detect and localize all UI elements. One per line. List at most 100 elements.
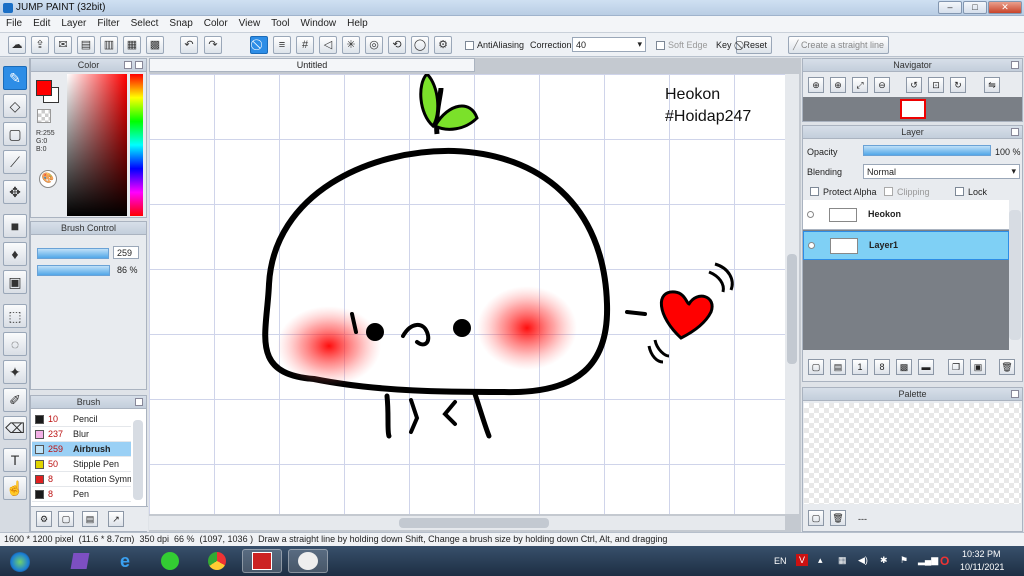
flag-icon[interactable]: ⚑ <box>900 555 908 566</box>
parallel-lines-icon[interactable]: ≡ <box>273 36 291 54</box>
brush-item-pencil[interactable]: 10 Pencil <box>32 412 131 427</box>
horizontal-scrollbar[interactable] <box>149 516 785 530</box>
brush-item-stipple-pen[interactable]: 50 Stipple Pen <box>32 457 131 472</box>
start-button[interactable] <box>2 549 38 573</box>
concentric-icon[interactable]: ◎ <box>365 36 383 54</box>
text-tool-icon[interactable]: T <box>3 448 27 472</box>
palette-icon[interactable]: 🎨 <box>39 170 57 188</box>
chrome-icon[interactable] <box>197 549 237 573</box>
eraser-tool-icon[interactable]: ◇ <box>3 94 27 118</box>
volume-icon[interactable]: ◀) <box>858 555 868 566</box>
language-indicator[interactable]: EN <box>774 556 787 566</box>
palette-swatch-area[interactable] <box>804 403 1021 504</box>
brush-tool-icon[interactable]: ✎ <box>3 66 27 90</box>
bluetooth-icon[interactable]: ✱ <box>880 555 888 566</box>
reset-rotation-icon[interactable]: ⊡ <box>928 77 944 93</box>
panel-close-icon[interactable] <box>135 398 143 406</box>
paint-taskbar-icon[interactable] <box>288 549 328 573</box>
menu-file[interactable]: File <box>0 16 27 29</box>
share-icon[interactable]: ⇪ <box>31 36 49 54</box>
saturation-value-picker[interactable] <box>67 74 127 216</box>
settings-icon[interactable]: ⚙ <box>434 36 452 54</box>
menu-snap[interactable]: Snap <box>163 16 197 29</box>
straight-line-button[interactable]: ╱ Create a straight line <box>788 36 889 54</box>
flip-icon[interactable]: ⇋ <box>984 77 1000 93</box>
drawing-canvas[interactable]: Heokon #Hoidap247 <box>149 74 785 514</box>
vertical-scroll-thumb[interactable] <box>787 254 797 364</box>
radial-icon[interactable]: ✳ <box>342 36 360 54</box>
shape-tool-icon[interactable]: ■ <box>3 214 27 238</box>
layer-row-layer1[interactable]: Layer1 <box>803 231 1009 260</box>
menu-edit[interactable]: Edit <box>27 16 55 29</box>
foreground-color-swatch[interactable] <box>36 80 52 96</box>
menu-view[interactable]: View <box>233 16 266 29</box>
panel-float-icon[interactable] <box>124 61 132 69</box>
opera-icon[interactable]: O <box>940 554 949 568</box>
clock-time[interactable]: 10:32 PM <box>962 549 1001 559</box>
new-layer-icon[interactable]: ▢ <box>808 359 824 375</box>
layer-8bit-icon[interactable]: 8 <box>874 359 890 375</box>
blending-select[interactable]: Normal ▾ <box>863 164 1020 179</box>
network-icon[interactable]: ▦ <box>838 555 847 566</box>
move-tool-icon[interactable]: ✥ <box>3 180 27 204</box>
hue-slider[interactable] <box>130 74 143 216</box>
page-icon[interactable]: ▦ <box>123 36 141 54</box>
visibility-icon[interactable] <box>808 242 815 249</box>
torrent-icon[interactable] <box>150 549 190 573</box>
select-rect-icon[interactable]: ▢ <box>3 122 27 146</box>
fit-view-icon[interactable]: ⤢ <box>852 77 868 93</box>
horizontal-scroll-thumb[interactable] <box>399 518 549 528</box>
visual-studio-icon[interactable] <box>60 549 100 573</box>
clipping-checkbox[interactable] <box>884 187 893 196</box>
redo-icon[interactable]: ↷ <box>204 36 222 54</box>
visibility-icon[interactable] <box>807 211 814 218</box>
wifi-icon[interactable]: ▂▄▆ <box>918 555 938 566</box>
rect-select-icon[interactable]: ⬚ <box>3 304 27 328</box>
brush-item-pen[interactable]: 8 Pen <box>32 487 131 502</box>
halftone-layer-icon[interactable]: ▩ <box>896 359 912 375</box>
panel-close-icon[interactable] <box>1011 128 1019 136</box>
panel-close-icon[interactable] <box>1011 61 1019 69</box>
rotate-right-icon[interactable]: ↻ <box>950 77 966 93</box>
vertical-scrollbar[interactable] <box>785 74 799 514</box>
menu-color[interactable]: Color <box>198 16 233 29</box>
chevron-up-icon[interactable]: ▴ <box>818 555 823 566</box>
brush-item-blur[interactable]: 237 Blur <box>32 427 131 442</box>
menu-window[interactable]: Window <box>295 16 342 29</box>
brush-item-airbrush[interactable]: 259 Airbrush <box>32 442 131 457</box>
vivaldi-tray-icon[interactable]: V <box>796 554 808 566</box>
message-icon[interactable]: ▤ <box>77 36 95 54</box>
menu-tool[interactable]: Tool <box>265 16 294 29</box>
lasso-icon[interactable]: ◌ <box>3 332 27 356</box>
new-raster-layer-icon[interactable]: ▤ <box>830 359 846 375</box>
layer-opacity-slider[interactable] <box>863 145 991 156</box>
fill-bucket-icon[interactable]: ♦ <box>3 242 27 266</box>
navigator-thumbnail[interactable] <box>900 99 926 119</box>
maximize-button[interactable]: □ <box>963 1 987 14</box>
menu-filter[interactable]: Filter <box>91 16 124 29</box>
select-pen-icon[interactable]: ✐ <box>3 388 27 412</box>
circle-icon[interactable]: ◯ <box>411 36 429 54</box>
eyedropper-icon[interactable]: ⟋ <box>3 150 27 174</box>
close-button[interactable]: ✕ <box>988 1 1022 14</box>
soft-edge-checkbox[interactable] <box>656 41 665 50</box>
new-brush-icon[interactable]: ▢ <box>58 511 74 527</box>
zoom-out-icon[interactable]: ⊖ <box>874 77 890 93</box>
comment-icon[interactable]: ✉ <box>54 36 72 54</box>
grid-snap-icon[interactable]: # <box>296 36 314 54</box>
brush-list-scrollbar[interactable] <box>133 420 143 500</box>
panel-close-icon[interactable] <box>1011 390 1019 398</box>
brush-menu-icon[interactable]: ▤ <box>82 511 98 527</box>
perspective-icon[interactable]: ◁ <box>319 36 337 54</box>
new-palette-icon[interactable]: ▢ <box>808 510 824 526</box>
gradient-icon[interactable]: ▣ <box>3 270 27 294</box>
merge-layer-icon[interactable]: ▣ <box>970 359 986 375</box>
zoom-plus-icon[interactable]: ⊕ <box>830 77 846 93</box>
undo-icon[interactable]: ↶ <box>180 36 198 54</box>
minimize-button[interactable]: – <box>938 1 962 14</box>
clock-date[interactable]: 10/11/2021 <box>960 562 1004 572</box>
curve-icon[interactable]: ⟲ <box>388 36 406 54</box>
brush-export-icon[interactable]: ↗ <box>108 511 124 527</box>
magic-wand-icon[interactable]: ✦ <box>3 360 27 384</box>
cloud-icon[interactable]: ☁ <box>8 36 26 54</box>
